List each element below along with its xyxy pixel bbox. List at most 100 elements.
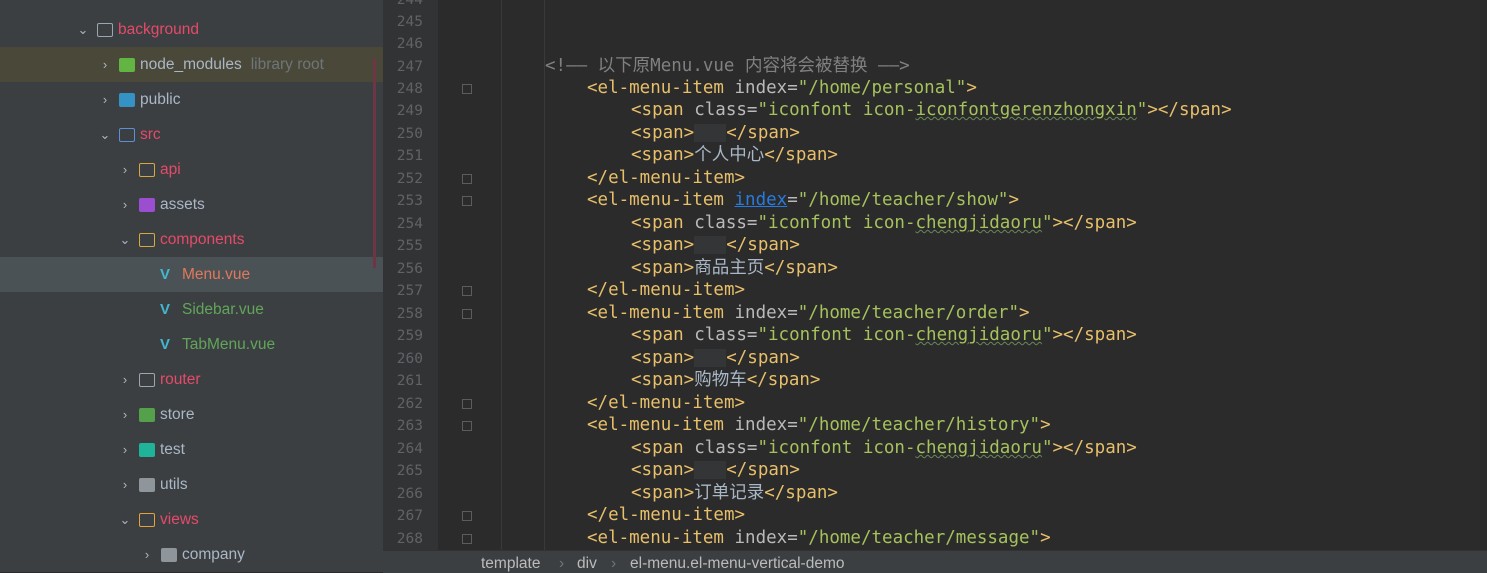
code-line[interactable]: <span>订单记录</span> <box>631 482 838 504</box>
tree-item-tabmenu-vue[interactable]: V TabMenu.vue <box>0 327 383 362</box>
code-line[interactable]: <el-menu-item index="/home/teacher/messa… <box>587 527 1051 549</box>
breadcrumb-item-el-menu[interactable]: el-menu.el-menu-vertical-demo <box>630 555 845 573</box>
tree-item-views[interactable]: ⌄ views <box>0 502 383 537</box>
tree-item-src[interactable]: ⌄ src <box>0 117 383 152</box>
code-line[interactable]: <span class="iconfont icon-chengjidaoru"… <box>631 212 1137 234</box>
code-line-comment[interactable]: <!—— 以下原Menu.vue 内容将会被替换 ——> <box>545 55 910 77</box>
fold-marker[interactable] <box>462 399 472 409</box>
code-line[interactable]: <el-menu-item index="/home/teacher/order… <box>587 302 1030 324</box>
chevron-right-icon[interactable]: › <box>98 57 112 72</box>
line-number: 255 <box>396 238 423 254</box>
code-line[interactable]: </el-menu-item> <box>587 392 745 414</box>
chevron-right-icon[interactable]: › <box>118 162 132 177</box>
code-line[interactable]: <span> </span> <box>631 234 800 256</box>
tree-item-components[interactable]: ⌄ components <box>0 222 383 257</box>
code-line[interactable]: <span> </span> <box>631 122 800 144</box>
chevron-right-icon[interactable]: › <box>98 92 112 107</box>
icon-placeholder-glyph <box>694 236 727 254</box>
code-line[interactable]: <el-menu-item index="/home/personal"> <box>587 77 977 99</box>
fold-marker[interactable] <box>462 534 472 544</box>
text-token: 订单记录 <box>694 483 765 503</box>
eq-token: = <box>746 325 758 345</box>
breadcrumb-item-div[interactable]: div <box>577 555 597 573</box>
tag-token: <span> <box>631 145 695 165</box>
tree-item-api[interactable]: › api <box>0 152 383 187</box>
string-token: " <box>1041 438 1053 458</box>
code-line[interactable]: <el-menu-item index="/home/teacher/show"… <box>587 189 1019 211</box>
fold-marker[interactable] <box>462 309 472 319</box>
code-line[interactable]: <span class="iconfont icon-iconfontgeren… <box>631 99 1232 121</box>
chevron-right-icon[interactable]: › <box>140 547 154 562</box>
tag-token: <span <box>631 213 684 233</box>
eq-token: = <box>787 78 798 98</box>
tree-item-background[interactable]: ⌄ background <box>0 12 383 47</box>
tag-token: <span> <box>631 348 695 368</box>
tree-item-public[interactable]: › public <box>0 82 383 117</box>
code-line[interactable]: <span>购物车</span> <box>631 369 820 391</box>
fold-marker[interactable] <box>462 196 472 206</box>
chevron-down-icon[interactable]: ⌄ <box>118 232 132 248</box>
line-number: 268 <box>396 531 423 547</box>
eq-token: = <box>746 438 758 458</box>
tree-item-sidebar-vue[interactable]: V Sidebar.vue <box>0 292 383 327</box>
eq-token: = <box>787 303 798 323</box>
line-number: 267 <box>396 508 423 524</box>
tree-item-label: public <box>140 90 181 108</box>
tree-scrollbar[interactable] <box>373 58 376 268</box>
string-token: " <box>1041 213 1053 233</box>
line-number: 263 <box>396 418 423 434</box>
library-root-hint: library root <box>250 55 324 73</box>
chevron-right-icon[interactable]: › <box>118 407 132 422</box>
tag-token: <span> <box>631 258 695 278</box>
chevron-right-icon[interactable]: › <box>118 442 132 457</box>
code-line[interactable]: <span>商品主页</span> <box>631 257 838 279</box>
tree-item-node-modules[interactable]: › node_modules library root <box>0 47 383 82</box>
code-line[interactable]: </el-menu-item> <box>587 504 745 526</box>
text-token: 商品主页 <box>694 258 765 278</box>
chevron-right-icon[interactable]: › <box>118 477 132 492</box>
code-line[interactable]: </el-menu-item> <box>587 167 745 189</box>
chevron-right-icon[interactable]: › <box>118 197 132 212</box>
chevron-right-icon[interactable]: › <box>118 372 132 387</box>
code-line[interactable]: <span> </span> <box>631 459 800 481</box>
tag-token: <span <box>631 100 684 120</box>
tree-item-label: assets <box>160 195 205 213</box>
attr-token-link[interactable]: index <box>735 190 788 210</box>
vue-file-icon: V <box>160 301 171 318</box>
tree-item-router[interactable]: › router <box>0 362 383 397</box>
tag-token: <span> <box>631 370 695 390</box>
fold-marker[interactable] <box>462 84 472 94</box>
tree-item-assets[interactable]: › assets <box>0 187 383 222</box>
code-line[interactable]: <span> </span> <box>631 347 800 369</box>
tag-token: > <box>1019 303 1030 323</box>
folder-icon <box>139 477 155 492</box>
tree-item-utils[interactable]: › utils <box>0 467 383 502</box>
breadcrumb-item-template[interactable]: template <box>481 555 540 573</box>
tag-token: <span> <box>631 483 695 503</box>
code-line[interactable]: <span class="iconfont icon-chengjidaoru"… <box>631 437 1137 459</box>
tree-item-store[interactable]: › store <box>0 397 383 432</box>
fold-marker[interactable] <box>462 421 472 431</box>
tag-token: </el-menu-item> <box>587 168 746 188</box>
chevron-down-icon[interactable]: ⌄ <box>98 127 112 143</box>
attr-token: index <box>734 415 788 435</box>
fold-marker[interactable] <box>462 174 472 184</box>
vue-file-icon: V <box>160 266 171 283</box>
tree-item-label: Sidebar.vue <box>182 300 264 318</box>
code-line[interactable]: <span class="iconfont icon-chengjidaoru"… <box>631 324 1137 346</box>
code-line[interactable]: </el-menu-item> <box>587 279 745 301</box>
fold-marker[interactable] <box>462 286 472 296</box>
chevron-down-icon[interactable]: ⌄ <box>76 22 90 38</box>
line-number: 248 <box>396 81 423 97</box>
fold-marker[interactable] <box>462 511 472 521</box>
code-line[interactable]: <el-menu-item index="/home/teacher/histo… <box>587 414 1051 436</box>
library-folder-icon <box>119 57 135 72</box>
tree-item-company[interactable]: › company <box>0 537 383 572</box>
tree-item-menu-vue[interactable]: V Menu.vue <box>0 257 383 292</box>
chevron-down-icon[interactable]: ⌄ <box>118 512 132 528</box>
string-token: "iconfont icon- <box>757 438 916 458</box>
tree-item-test[interactable]: › test <box>0 432 383 467</box>
tag-token: <span> <box>631 460 695 480</box>
code-line[interactable]: <span>个人中心</span> <box>631 144 838 166</box>
icon-placeholder-glyph <box>694 461 727 479</box>
